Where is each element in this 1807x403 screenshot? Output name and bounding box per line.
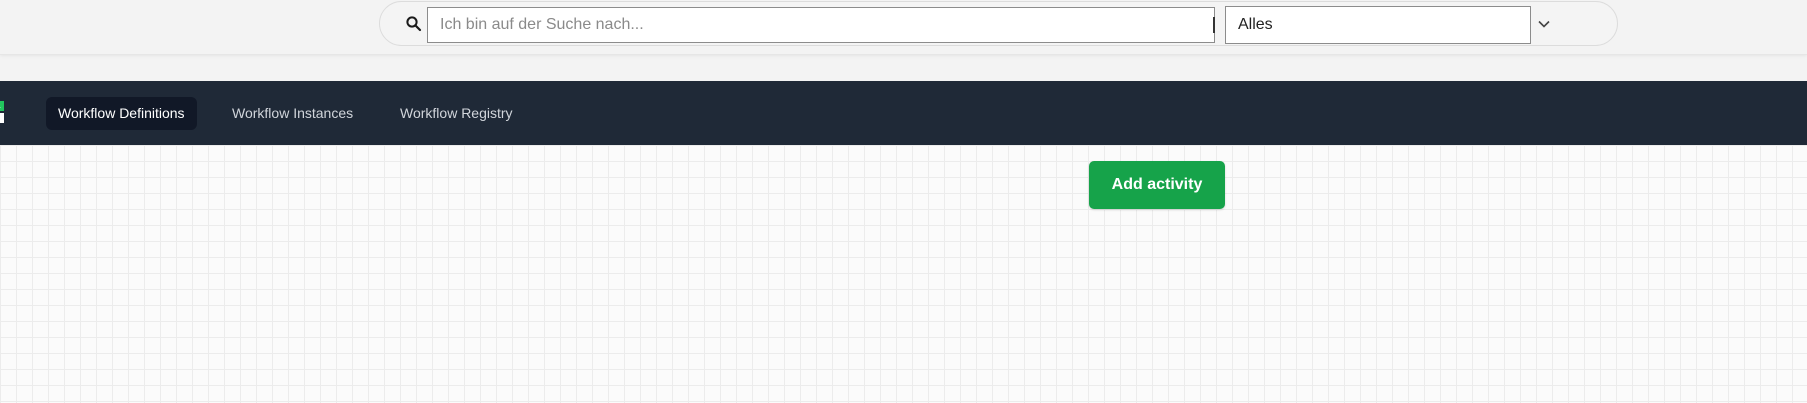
- search-input[interactable]: [427, 7, 1215, 43]
- search-scope-select[interactable]: Alles: [1225, 6, 1531, 44]
- search-icon[interactable]: [405, 15, 423, 33]
- nav-workflow-definitions[interactable]: Workflow Definitions: [46, 97, 197, 130]
- text-cursor: [1213, 17, 1215, 33]
- add-activity-button[interactable]: Add activity: [1089, 161, 1225, 209]
- nav-workflow-instances[interactable]: Workflow Instances: [220, 97, 365, 130]
- chevron-down-icon[interactable]: [1536, 16, 1552, 32]
- nav-item-label: Workflow Registry: [400, 105, 513, 121]
- main-navbar: Workflow Definitions Workflow Instances …: [0, 81, 1807, 145]
- nav-item-label: Workflow Definitions: [58, 105, 185, 121]
- nav-workflow-registry[interactable]: Workflow Registry: [388, 97, 525, 130]
- search-container: Alles: [379, 1, 1618, 46]
- nav-item-label: Workflow Instances: [232, 105, 354, 121]
- logo-icon[interactable]: [0, 99, 6, 125]
- search-scope-value: Alles: [1238, 16, 1273, 33]
- designer-canvas[interactable]: Add activity: [0, 145, 1807, 403]
- browser-search-bar: Alles: [0, 0, 1807, 55]
